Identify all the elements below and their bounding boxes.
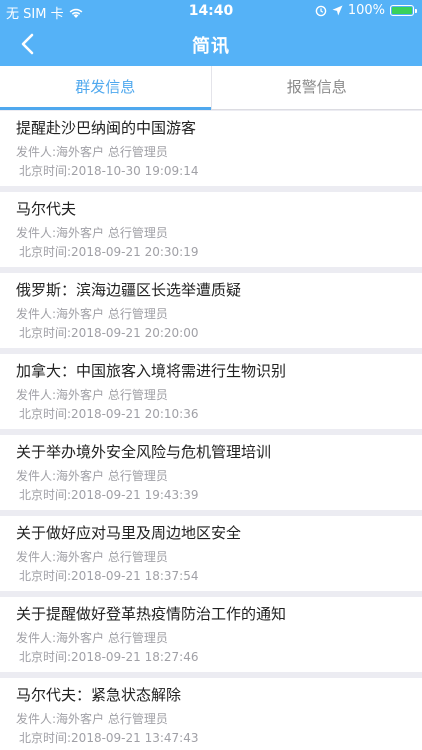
app-header: 无 SIM 卡 14:40 100% 简讯: [0, 0, 422, 66]
message-title: 关于做好应对马里及周边地区安全: [16, 524, 242, 542]
message-item[interactable]: 马尔代夫 发件人:海外客户 总行管理员 北京时间:2018-09-21 20:3…: [0, 192, 422, 267]
status-bar: 无 SIM 卡 14:40 100%: [0, 0, 422, 22]
battery-icon: [390, 5, 417, 16]
message-sender: 发件人:海外客户 总行管理员: [16, 712, 168, 726]
message-sender: 发件人:海外客户 总行管理员: [16, 145, 168, 159]
message-item[interactable]: 关于做好应对马里及周边地区安全 发件人:海外客户 总行管理员 北京时间:2018…: [0, 516, 422, 591]
message-title: 加拿大：中国旅客入境将需进行生物识别: [16, 362, 287, 380]
message-item[interactable]: 马尔代夫：紧急状态解除 发件人:海外客户 总行管理员 北京时间:2018-09-…: [0, 678, 422, 750]
tab-group-messages[interactable]: 群发信息: [0, 66, 211, 110]
message-sender: 发件人:海外客户 总行管理员: [16, 388, 168, 402]
location-icon: [332, 5, 343, 16]
message-time: 北京时间:2018-09-21 18:37:54: [19, 569, 199, 583]
message-time: 北京时间:2018-09-21 13:47:43: [19, 731, 199, 745]
page-title: 简讯: [192, 36, 230, 57]
message-title: 马尔代夫: [16, 200, 77, 218]
tab-alarm-messages[interactable]: 报警信息: [210, 66, 422, 109]
message-sender: 发件人:海外客户 总行管理员: [16, 226, 168, 240]
message-sender: 发件人:海外客户 总行管理员: [16, 631, 168, 645]
message-item[interactable]: 加拿大：中国旅客入境将需进行生物识别 发件人:海外客户 总行管理员 北京时间:2…: [0, 354, 422, 429]
message-title: 提醒赴沙巴纳闽的中国游客: [16, 119, 197, 137]
message-title: 关于提醒做好登革热疫情防治工作的通知: [16, 605, 287, 623]
message-title: 俄罗斯：滨海边疆区长选举遭质疑: [16, 281, 242, 299]
message-time: 北京时间:2018-09-21 20:10:36: [19, 407, 199, 421]
message-time: 北京时间:2018-09-21 19:43:39: [19, 488, 199, 502]
message-item[interactable]: 俄罗斯：滨海边疆区长选举遭质疑 发件人:海外客户 总行管理员 北京时间:2018…: [0, 273, 422, 348]
message-time: 北京时间:2018-09-21 20:30:19: [19, 245, 199, 259]
tab-bar: 群发信息 报警信息: [0, 66, 422, 110]
message-time: 北京时间:2018-10-30 19:09:14: [19, 164, 199, 178]
message-time: 北京时间:2018-09-21 20:20:00: [19, 326, 199, 340]
message-item[interactable]: 提醒赴沙巴纳闽的中国游客 发件人:海外客户 总行管理员 北京时间:2018-10…: [0, 111, 422, 186]
nav-bar: 简讯: [0, 22, 422, 66]
message-list: 提醒赴沙巴纳闽的中国游客 发件人:海外客户 总行管理员 北京时间:2018-10…: [0, 111, 422, 750]
message-sender: 发件人:海外客户 总行管理员: [16, 469, 168, 483]
message-title: 关于举办境外安全风险与危机管理培训: [16, 443, 272, 461]
message-item[interactable]: 关于提醒做好登革热疫情防治工作的通知 发件人:海外客户 总行管理员 北京时间:2…: [0, 597, 422, 672]
battery-percent: 100%: [347, 3, 385, 18]
message-title: 马尔代夫：紧急状态解除: [16, 686, 182, 704]
message-item[interactable]: 关于举办境外安全风险与危机管理培训 发件人:海外客户 总行管理员 北京时间:20…: [0, 435, 422, 510]
message-sender: 发件人:海外客户 总行管理员: [16, 307, 168, 321]
message-time: 北京时间:2018-09-21 18:27:46: [19, 650, 199, 664]
message-sender: 发件人:海外客户 总行管理员: [16, 550, 168, 564]
alarm-icon: [315, 5, 327, 16]
